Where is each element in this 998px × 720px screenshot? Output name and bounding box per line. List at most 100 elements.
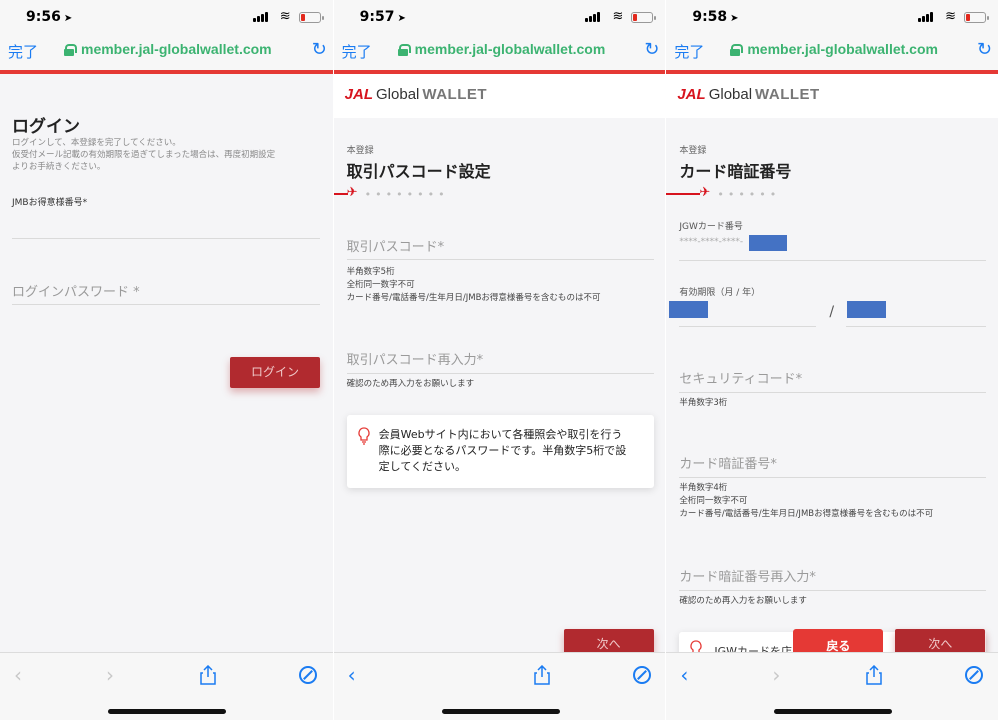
page-title: カード暗証番号 — [679, 162, 792, 181]
forward-icon[interactable]: › — [106, 663, 114, 687]
signal-icon — [252, 12, 269, 22]
browser-url-bar: 完了 member.jal-globalwallet.com ↻ — [333, 36, 666, 70]
phone-screen-login: 9:56 ➤ ≋ 完了 member.jal-globalwallet.com ↻… — [0, 0, 333, 720]
redacted-expiry-month — [669, 301, 709, 318]
lock-icon — [397, 44, 411, 56]
home-indicator[interactable] — [441, 709, 560, 714]
share-icon[interactable] — [866, 665, 883, 685]
browser-url-bar: 完了 member.jal-globalwallet.com ↻ — [666, 36, 998, 70]
step-label: 本登録 — [679, 146, 707, 156]
security-code-note: 半角数字3桁 — [679, 398, 728, 408]
progress-bar — [666, 193, 701, 195]
login-description-line: ログインして、本登録を完了してください。 — [12, 138, 181, 148]
reload-icon[interactable]: ↻ — [312, 39, 327, 60]
tip-line: 際に必要となるパスワードです。半角数字5桁で設 — [378, 444, 627, 457]
card-pin-content: 本登録 カード暗証番号 ✈ •••••• JGWカード番号 ****-****-… — [666, 118, 998, 663]
compass-icon[interactable] — [965, 666, 984, 684]
signal-icon — [918, 12, 934, 22]
card-pin-rules: 半角数字4桁 全桁同一数字不可 カード番号/電話番号/生年月日/JMBお得意様番… — [679, 482, 933, 521]
tip-line: 会員Webサイト内において各種照会や取引を行う — [378, 428, 623, 441]
battery-icon — [964, 12, 990, 23]
phone-screen-card-pin: 9:58 ➤ ≋ 完了 member.jal-globalwallet.com ↻… — [665, 0, 998, 720]
card-number-field: ****-****-****- — [679, 231, 987, 261]
jmb-number-label: JMBお得意様番号* — [12, 198, 88, 208]
done-button[interactable]: 完了 — [342, 41, 372, 62]
status-bar: 9:56 ➤ ≋ — [0, 0, 333, 36]
card-pin-confirm-input[interactable] — [679, 563, 987, 591]
url-text[interactable]: member.jal-globalwallet.com — [81, 41, 272, 57]
screenshot-row: 9:56 ➤ ≋ 完了 member.jal-globalwallet.com ↻… — [0, 0, 998, 720]
app-header: JAL Global WALLET — [333, 74, 666, 118]
progress-dots: •••••••• — [364, 188, 449, 201]
progress-dots: •••••• — [717, 188, 781, 201]
passcode-rules: 半角数字5桁 全桁同一数字不可 カード番号/電話番号/生年月日/JMBお得意様番… — [347, 266, 601, 305]
passcode-input[interactable] — [346, 232, 654, 260]
home-indicator[interactable] — [774, 709, 893, 714]
login-description: ログインして、本登録を完了してください。 仮受付メール記載の有効期限を過ぎてしま… — [12, 137, 275, 173]
lightbulb-icon — [358, 427, 370, 445]
passcode-confirm-input[interactable] — [346, 346, 654, 374]
battery-icon — [298, 12, 324, 23]
back-icon[interactable]: ‹ — [348, 663, 356, 687]
url-text[interactable]: member.jal-globalwallet.com — [747, 41, 938, 57]
logo-wallet: WALLET — [422, 86, 488, 103]
done-button[interactable]: 完了 — [8, 41, 38, 62]
card-pin-confirm-note: 確認のため再入力をお願いします — [679, 596, 807, 606]
login-button[interactable]: ログイン — [230, 357, 320, 388]
passcode-rule: 半角数字5桁 — [346, 267, 395, 277]
reload-icon[interactable]: ↻ — [644, 39, 659, 60]
jal-global-wallet-logo: JAL Global WALLET — [677, 86, 819, 103]
wifi-icon: ≋ — [945, 9, 957, 24]
jmb-number-input[interactable] — [12, 211, 320, 239]
card-pin-rule: カード番号/電話番号/生年月日/JMBお得意様番号を含むものは不可 — [679, 509, 934, 519]
page-title: ログイン — [12, 117, 80, 137]
back-icon[interactable]: ‹ — [14, 663, 22, 687]
logo-global: Global — [708, 86, 753, 103]
passcode-rule: 全桁同一数字不可 — [346, 280, 415, 290]
lock-icon — [730, 44, 744, 56]
home-indicator[interactable] — [108, 709, 226, 714]
passcode-content: 本登録 取引パスコード設定 ✈ •••••••• 取引パスコード* 半角数字5桁… — [333, 118, 666, 659]
plane-icon: ✈ — [346, 185, 358, 200]
status-time: 9:58 ➤ — [692, 9, 739, 25]
security-code-input[interactable] — [679, 365, 987, 393]
tip-line: 定してください。 — [378, 460, 467, 473]
plane-icon: ✈ — [699, 185, 711, 200]
battery-icon — [631, 12, 657, 23]
share-icon[interactable] — [533, 665, 550, 685]
browser-toolbar: ‹ › — [0, 652, 333, 720]
logo-jal: JAL — [677, 86, 706, 103]
done-button[interactable]: 完了 — [674, 41, 704, 62]
jal-global-wallet-logo: JAL Global WALLET — [345, 86, 487, 103]
forward-icon[interactable]: › — [772, 663, 780, 687]
redacted-card-digits — [749, 235, 788, 251]
location-icon: ➤ — [730, 13, 739, 24]
login-description-line: よりお手続きください。 — [12, 162, 106, 172]
reload-icon[interactable]: ↻ — [977, 39, 992, 60]
url-text[interactable]: member.jal-globalwallet.com — [415, 41, 606, 57]
share-icon[interactable] — [200, 665, 216, 685]
compass-icon[interactable] — [299, 666, 317, 684]
back-icon[interactable]: ‹ — [680, 663, 688, 687]
login-password-input[interactable] — [12, 277, 320, 305]
status-bar: 9:58 ➤ ≋ — [666, 0, 998, 36]
browser-toolbar: ‹ › — [666, 652, 998, 720]
status-bar: 9:57 ➤ ≋ — [333, 0, 666, 36]
phone-screen-passcode: 9:57 ➤ ≋ 完了 member.jal-globalwallet.com ↻… — [332, 0, 666, 720]
wifi-icon: ≋ — [612, 9, 624, 24]
wifi-icon: ≋ — [279, 9, 291, 24]
expiry-label: 有効期限（月 / 年） — [679, 288, 761, 298]
compass-icon[interactable] — [632, 666, 651, 684]
page-title: 取引パスコード設定 — [346, 162, 491, 181]
status-time: 9:56 ➤ — [26, 9, 73, 25]
step-label: 本登録 — [346, 146, 374, 156]
lock-icon — [64, 44, 77, 56]
card-pin-input[interactable] — [679, 450, 987, 478]
expiry-separator: / — [829, 304, 835, 320]
card-pin-rule: 全桁同一数字不可 — [679, 496, 748, 506]
app-header: JAL Global WALLET — [666, 74, 998, 118]
login-description-line: 仮受付メール記載の有効期限を過ぎてしまった場合は、再度初期設定 — [12, 150, 276, 160]
status-time: 9:57 ➤ — [359, 9, 406, 25]
card-pin-rule: 半角数字4桁 — [679, 483, 728, 493]
passcode-confirm-note: 確認のため再入力をお願いします — [346, 379, 475, 389]
